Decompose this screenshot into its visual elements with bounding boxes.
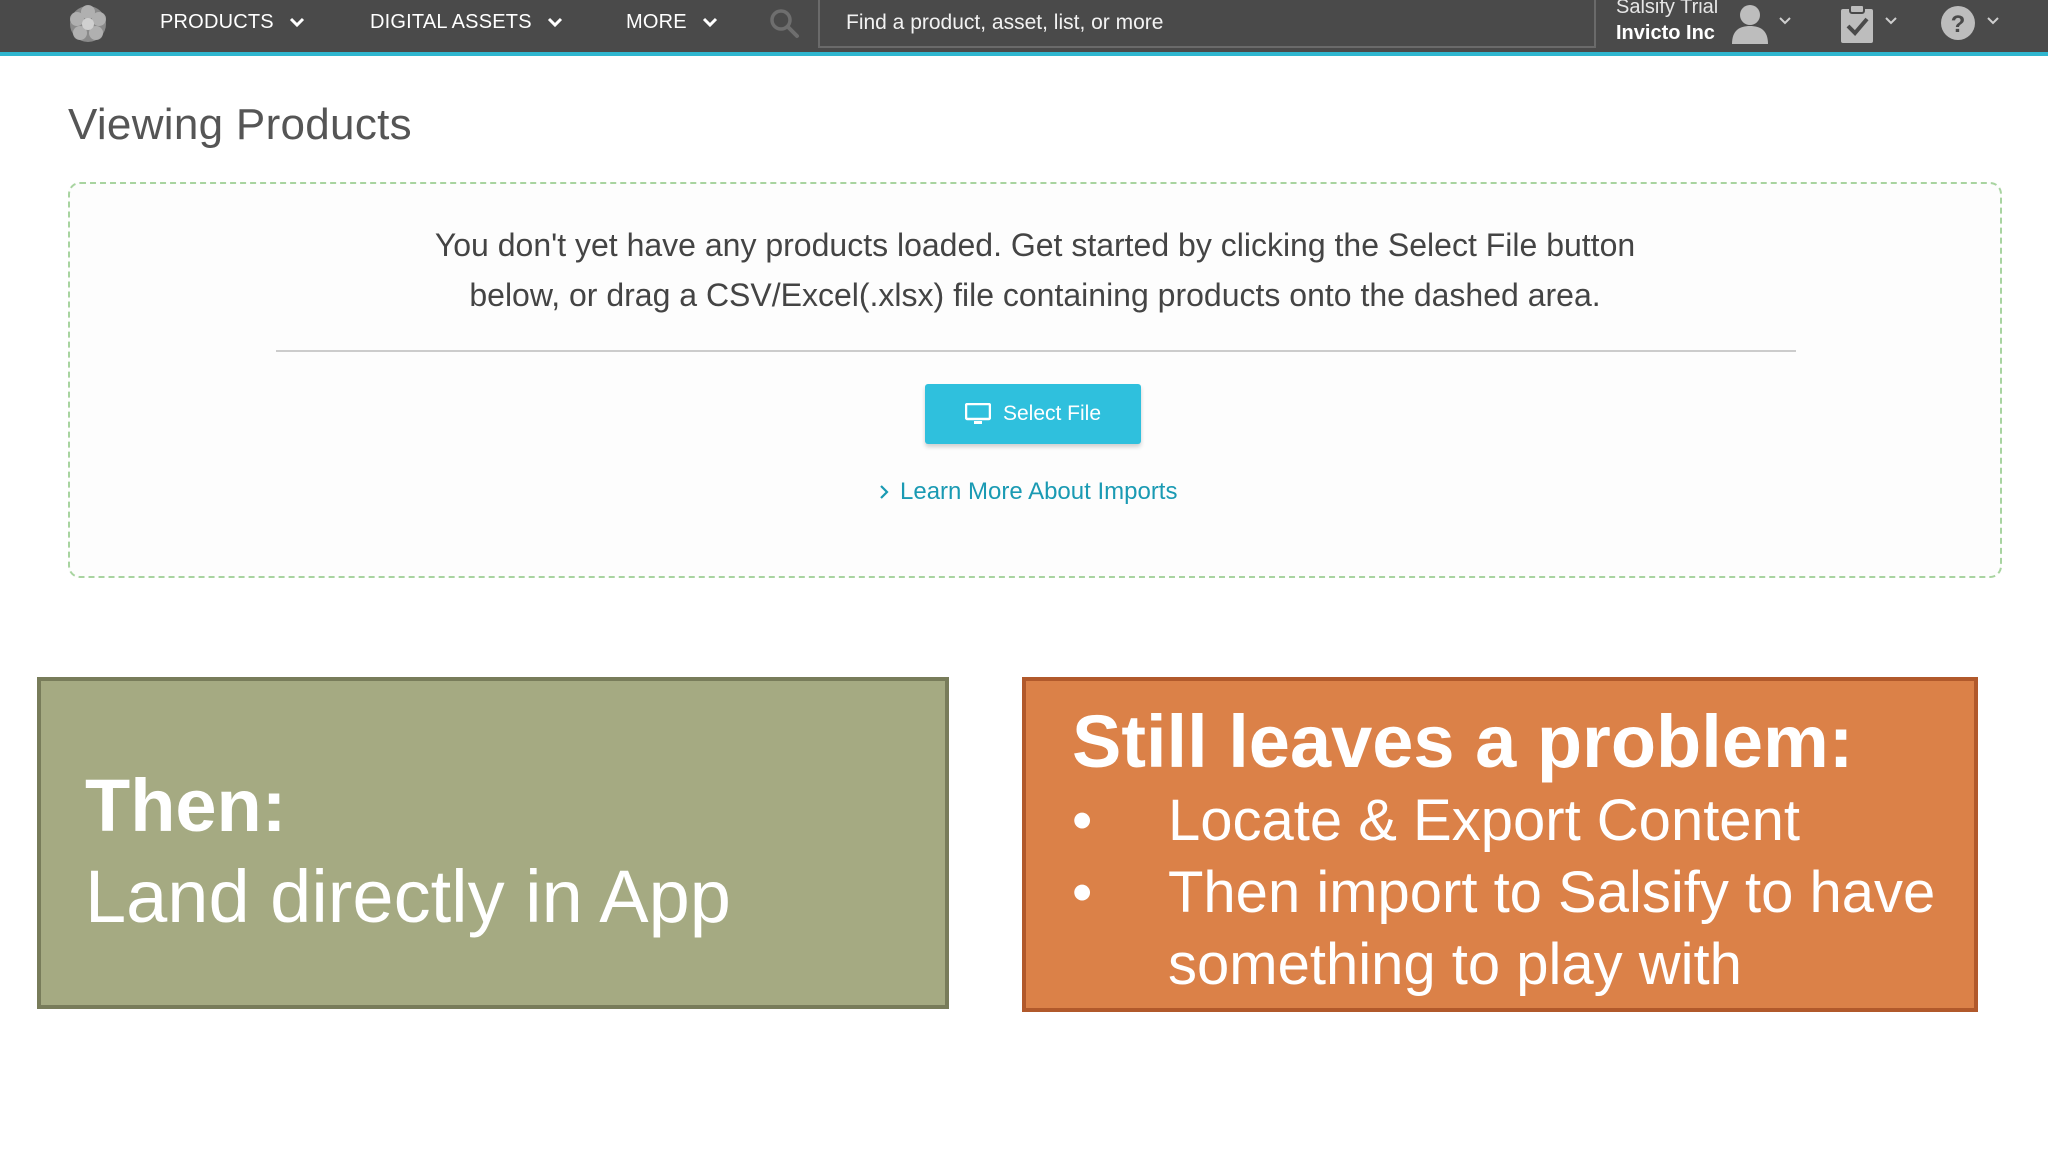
list-item-text: Then import to Salsify to have something… <box>1168 860 1936 997</box>
account-trial-label: Salsify Trial <box>1616 0 1719 18</box>
select-file-label: Select File <box>1002 402 1102 425</box>
search-input[interactable]: Find a product, asset, list, or more <box>818 0 1596 48</box>
list-item: • Locate & Export Content <box>1072 785 1974 857</box>
chevron-down-icon <box>702 17 717 28</box>
chevron-down-icon[interactable] <box>1778 14 1792 28</box>
nav-digital-assets-label: DIGITAL ASSETS <box>370 10 532 33</box>
monitor-icon <box>964 403 991 424</box>
chevron-down-icon[interactable] <box>1884 14 1898 28</box>
learn-more-label: Learn More About Imports <box>900 478 1178 505</box>
account-switcher[interactable]: Salsify Trial Invicto Inc <box>1616 0 1726 46</box>
empty-state-message: You don't yet have any products loaded. … <box>70 220 2000 320</box>
callout-then-body: Land directly in App <box>85 855 731 938</box>
chevron-right-icon <box>880 485 889 499</box>
nav-products-label: PRODUCTS <box>160 10 274 33</box>
chevron-down-icon[interactable] <box>1986 14 2000 28</box>
nav-products-menu[interactable]: PRODUCTS <box>160 0 306 44</box>
user-icon[interactable] <box>1728 2 1772 44</box>
callout-then: Then: Land directly in App <box>37 677 949 1009</box>
help-icon[interactable]: ? <box>1940 5 1976 41</box>
nav-more-menu[interactable]: MORE <box>626 0 719 44</box>
callout-problem-heading: Still leaves a problem: <box>1072 700 1854 783</box>
callout-problem-list: • Locate & Export Content • Then import … <box>1072 785 1974 1001</box>
salsify-logo-icon[interactable] <box>64 2 112 46</box>
bullet-glyph: • <box>1072 860 1093 925</box>
search-placeholder: Find a product, asset, list, or more <box>846 11 1164 34</box>
list-item: • Then import to Salsify to have somethi… <box>1072 857 1974 1001</box>
empty-state-line-1: You don't yet have any products loaded. … <box>434 227 1636 263</box>
learn-more-imports-link[interactable]: Learn More About Imports <box>878 478 1177 506</box>
empty-state-line-2: below, or drag a CSV/Excel(.xlsx) file c… <box>469 277 1601 313</box>
bullet-glyph: • <box>1072 788 1093 853</box>
search-icon[interactable] <box>768 7 800 39</box>
callout-then-heading: Then: <box>85 764 287 847</box>
nav-digital-assets-menu[interactable]: DIGITAL ASSETS <box>370 0 564 44</box>
chevron-down-icon <box>547 17 562 28</box>
callout-problem: Still leaves a problem: • Locate & Expor… <box>1022 677 1978 1012</box>
select-file-button[interactable]: Select File <box>925 384 1141 444</box>
top-nav-bar: PRODUCTS DIGITAL ASSETS MORE Find a prod… <box>0 0 2048 56</box>
file-drop-zone[interactable]: You don't yet have any products loaded. … <box>68 182 2002 578</box>
nav-more-label: MORE <box>626 10 687 33</box>
svg-text:?: ? <box>1951 11 1966 38</box>
account-company-name: Invicto Inc <box>1616 22 1715 44</box>
page-title: Viewing Products <box>68 100 412 149</box>
clipboard-check-icon[interactable] <box>1838 2 1876 44</box>
chevron-down-icon <box>289 17 304 28</box>
divider <box>276 350 1796 352</box>
list-item-text: Locate & Export Content <box>1168 788 1800 853</box>
